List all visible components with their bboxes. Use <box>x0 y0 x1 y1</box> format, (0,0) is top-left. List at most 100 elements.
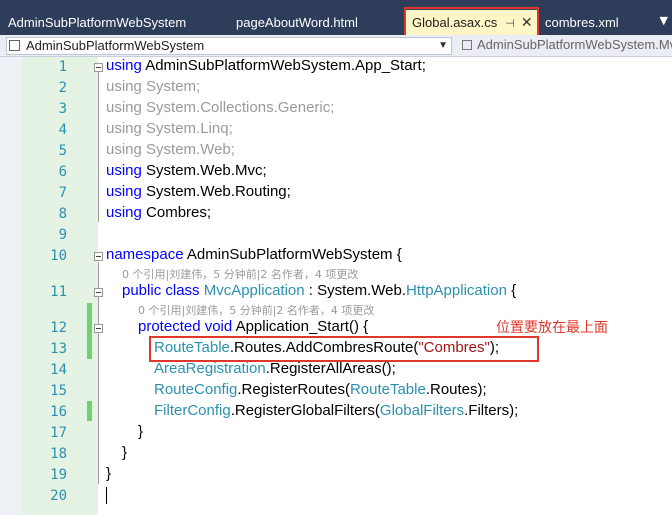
line-number: 11 <box>50 284 67 300</box>
code-line-8: using Combres; <box>106 204 211 221</box>
line-number: 9 <box>58 227 67 243</box>
type-name: RouteConfig <box>154 381 238 398</box>
code-line-16: FilterConfig.RegisterGlobalFilters(Globa… <box>154 402 518 419</box>
change-marker <box>87 303 92 359</box>
line-number: 8 <box>58 206 67 222</box>
code-text: System.Web.Mvc; <box>141 162 267 179</box>
code-line-5: using System.Web; <box>106 141 235 158</box>
code-line-10: namespace AdminSubPlatformWebSystem { <box>106 246 402 263</box>
keyword: using <box>106 78 142 95</box>
code-line-15: RouteConfig.RegisterRoutes(RouteTable.Ro… <box>154 381 487 398</box>
codelens-namespace[interactable]: 0 个引用|刘建伟，5 分钟前|2 名作者，4 项更改 <box>122 266 358 282</box>
keyword: class <box>161 282 204 299</box>
code-line-6: using System.Web.Mvc; <box>106 162 267 179</box>
project-dropdown-label: AdminSubPlatformWebSystem <box>26 38 205 53</box>
line-number: 5 <box>58 143 67 159</box>
code-text: System.Linq; <box>141 120 233 137</box>
type-name: AreaRegistration <box>154 360 266 377</box>
collapse-usings-icon[interactable] <box>94 63 103 72</box>
line-number: 19 <box>50 467 67 483</box>
code-line-1: using AdminSubPlatformWebSystem.App_Star… <box>106 57 426 74</box>
string-literal: "Combres" <box>418 339 490 356</box>
keyword: using <box>106 162 142 179</box>
code-text: : System.Web. <box>304 282 407 299</box>
type-name: HttpApplication <box>406 282 507 299</box>
tab-overflow-dropdown-icon[interactable]: ▼ <box>660 14 668 27</box>
text-caret <box>106 487 107 504</box>
tab-pageaboutword-html[interactable]: pageAboutWord.html <box>236 12 358 34</box>
project-dropdown[interactable]: AdminSubPlatformWebSystem ▼ <box>6 37 452 55</box>
code-text: System.Collections.Generic; <box>141 99 335 116</box>
code-line-11: public class MvcApplication : System.Web… <box>122 282 516 299</box>
code-line-18: } <box>122 444 128 461</box>
code-text: ); <box>489 339 499 356</box>
code-line-14: AreaRegistration.RegisterAllAreas(); <box>154 360 396 377</box>
class-icon <box>462 40 472 50</box>
tab-combres-xml[interactable]: combres.xml <box>545 12 619 34</box>
code-text: .Routes); <box>425 381 487 398</box>
line-number: 20 <box>50 488 67 504</box>
code-text: .Filters); <box>464 402 519 419</box>
code-line-4: using System.Linq; <box>106 120 233 137</box>
line-number: 7 <box>58 185 67 201</box>
type-name: FilterConfig <box>154 402 231 419</box>
type-name: RouteTable <box>349 381 426 398</box>
code-line-7: using System.Web.Routing; <box>106 183 291 200</box>
line-number: 2 <box>58 80 67 96</box>
keyword: using <box>106 141 142 158</box>
type-name: RouteTable <box>154 339 230 356</box>
project-icon <box>9 40 20 51</box>
code-text: Application_Start() { <box>232 318 369 335</box>
member-dropdown-label: AdminSubPlatformWebSystem.Mv <box>477 37 672 52</box>
keyword: public <box>122 282 162 299</box>
annotation-note: 位置要放在最上面 <box>496 320 608 336</box>
tab-global-asax-cs[interactable]: Global.asax.cs ⊣ ✕ <box>406 10 539 35</box>
keyword: void <box>200 318 233 335</box>
code-text: { <box>506 282 517 299</box>
line-number: 6 <box>58 164 67 180</box>
tab-label: Global.asax.cs <box>412 15 498 30</box>
collapse-namespace-icon[interactable] <box>94 252 103 261</box>
code-line-17: } <box>138 423 144 440</box>
code-line-12: protected void Application_Start() { <box>138 318 368 335</box>
line-number: 12 <box>50 320 67 336</box>
keyword: protected <box>138 318 201 335</box>
type-name: GlobalFilters <box>379 402 465 419</box>
code-line-2: using System; <box>106 78 200 95</box>
line-number: 16 <box>50 404 67 420</box>
code-text: .RegisterGlobalFilters( <box>230 402 380 419</box>
collapse-class-icon[interactable] <box>94 288 103 297</box>
line-number: 14 <box>50 362 67 378</box>
line-number: 17 <box>50 425 67 441</box>
type-name: MvcApplication <box>203 282 305 299</box>
change-marker <box>87 401 92 421</box>
pin-icon[interactable]: ⊣ <box>505 18 515 30</box>
navigation-bar: AdminSubPlatformWebSystem ▼ AdminSubPlat… <box>0 35 672 57</box>
code-text: Combres; <box>141 204 212 221</box>
member-dropdown[interactable]: AdminSubPlatformWebSystem.Mv <box>458 37 672 53</box>
line-number: 1 <box>58 59 67 75</box>
keyword: using <box>106 57 142 74</box>
line-number: 10 <box>50 248 67 264</box>
code-line-13: RouteTable.Routes.AddCombresRoute("Combr… <box>154 339 499 356</box>
collapse-method-icon[interactable] <box>94 324 103 333</box>
line-number: 4 <box>58 122 67 138</box>
outline-guide <box>98 72 99 222</box>
document-tab-bar: AdminSubPlatformWebSystem pageAboutWord.… <box>0 0 672 35</box>
keyword: using <box>106 183 142 200</box>
code-text: AdminSubPlatformWebSystem { <box>183 246 402 263</box>
code-line-19: } <box>106 465 112 482</box>
code-text: AdminSubPlatformWebSystem.App_Start; <box>141 57 426 74</box>
keyword: using <box>106 99 142 116</box>
code-text: System.Web; <box>141 141 235 158</box>
code-text: .RegisterAllAreas(); <box>265 360 396 377</box>
codelens-class[interactable]: 0 个引用|刘建伟，5 分钟前|2 名作者，4 项更改 <box>138 302 374 318</box>
line-number: 15 <box>50 383 67 399</box>
code-text: .RegisterRoutes( <box>237 381 350 398</box>
indicator-margin <box>0 57 21 515</box>
line-number: 13 <box>50 341 67 357</box>
chevron-down-icon: ▼ <box>438 40 448 51</box>
line-number: 18 <box>50 446 67 462</box>
close-icon[interactable]: ✕ <box>521 14 533 30</box>
tab-adminsubplatformwebsystem[interactable]: AdminSubPlatformWebSystem <box>8 12 186 34</box>
